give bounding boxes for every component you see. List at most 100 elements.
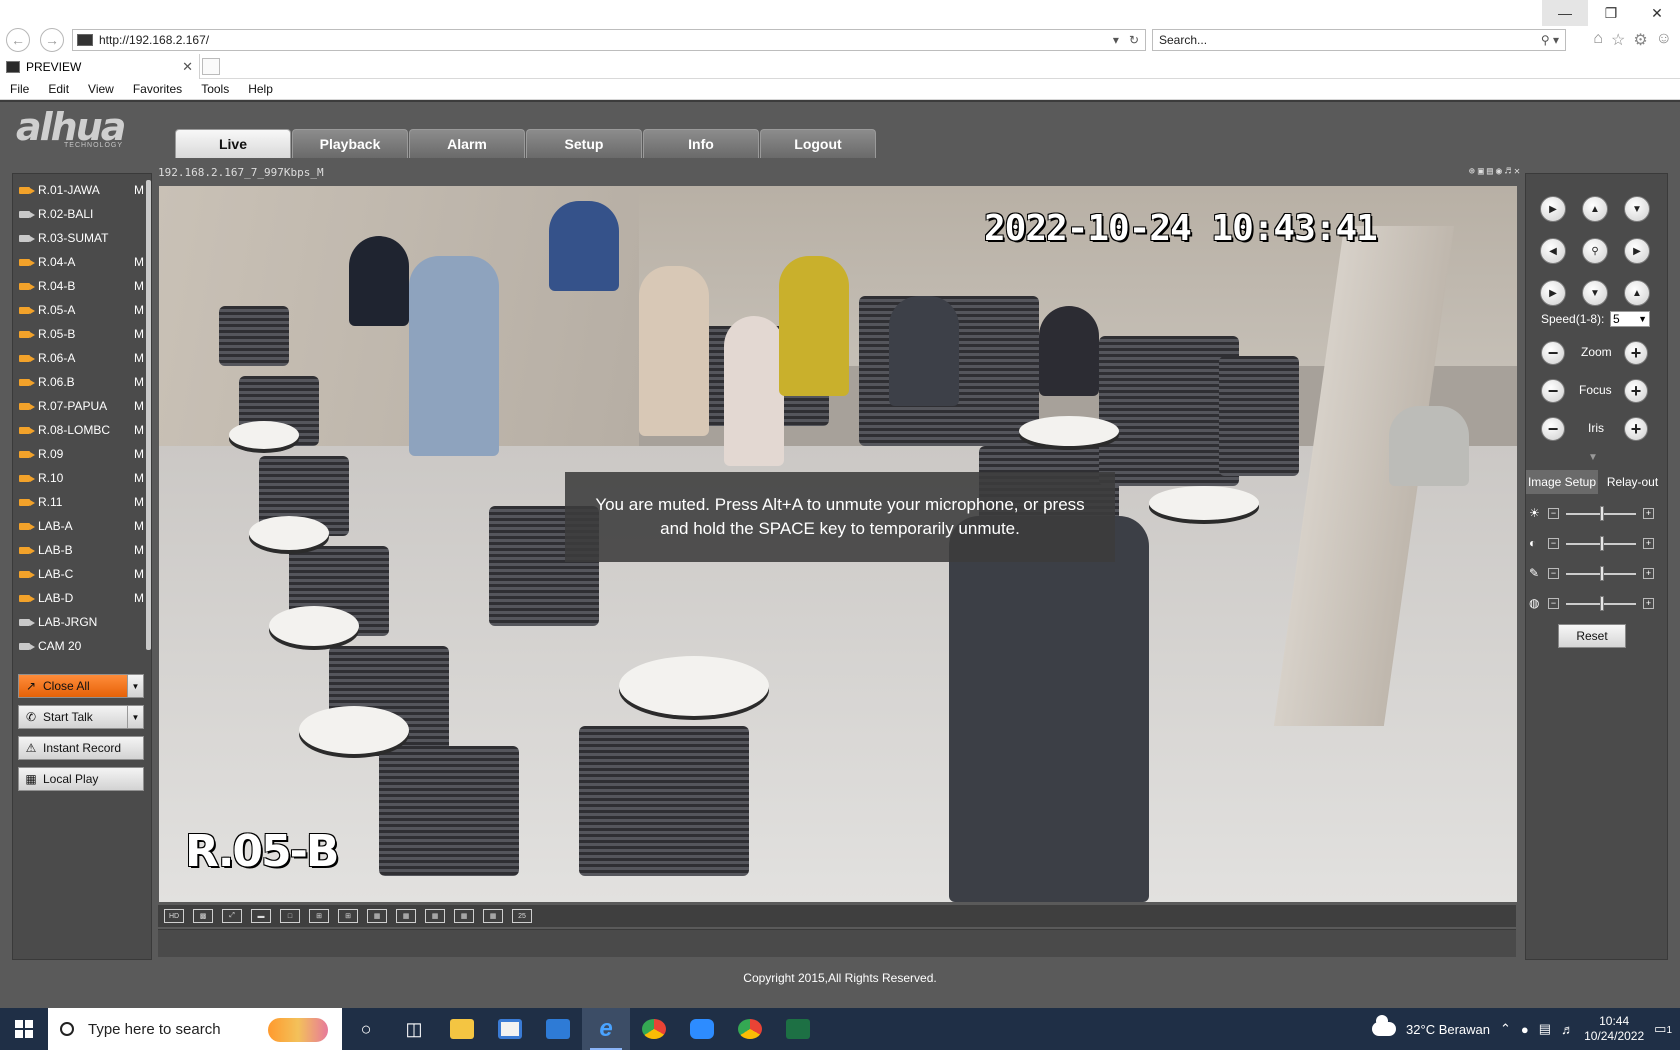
contrast-minus-icon[interactable]: −	[1548, 538, 1559, 549]
file-explorer-icon[interactable]	[438, 1008, 486, 1050]
menu-edit[interactable]: Edit	[48, 82, 69, 96]
internet-explorer-icon[interactable]: e	[582, 1008, 630, 1050]
menu-favorites[interactable]: Favorites	[133, 82, 182, 96]
main-stream-flag[interactable]: M	[134, 471, 144, 485]
channel-item[interactable]: R.01-JAWA M	[19, 178, 144, 202]
menu-view[interactable]: View	[88, 82, 114, 96]
live-video-feed[interactable]: 2022-10-24 10:43:41 R.05-B You are muted…	[159, 186, 1517, 902]
close-window-icon[interactable]: ✕	[1634, 0, 1680, 26]
channel-item[interactable]: R.10 M	[19, 466, 144, 490]
close-tab-icon[interactable]: ✕	[182, 59, 199, 75]
main-stream-flag[interactable]: M	[134, 327, 144, 341]
tab-setup[interactable]: Setup	[526, 129, 642, 158]
layout-ratio-icon[interactable]: ▩	[193, 909, 213, 923]
main-stream-flag[interactable]: M	[134, 351, 144, 365]
tab-image-setup[interactable]: Image Setup	[1526, 470, 1598, 494]
zoom-in-icon[interactable]: ⊕	[1469, 166, 1475, 177]
clock[interactable]: 10:44 10/24/2022	[1584, 1014, 1644, 1044]
channel-item[interactable]: R.08-LOMBC M	[19, 418, 144, 442]
local-play-button[interactable]: ▦ Local Play	[18, 767, 144, 791]
main-stream-flag[interactable]: M	[134, 447, 144, 461]
ptz-down-right-icon[interactable]: ▲	[1624, 280, 1650, 306]
channel-item[interactable]: LAB-JRGN	[19, 610, 144, 634]
menu-help[interactable]: Help	[248, 82, 273, 96]
ptz-up-left-icon[interactable]: ▶	[1540, 196, 1566, 222]
ptz-center-zoom-icon[interactable]: ⚲	[1582, 238, 1608, 264]
channel-item[interactable]: R.06.B M	[19, 370, 144, 394]
snapshot-icon[interactable]: ▣	[1478, 166, 1484, 177]
browser-tab-preview[interactable]: PREVIEW ✕	[0, 54, 200, 79]
smiley-feedback-icon[interactable]: ☺	[1656, 30, 1672, 50]
hue-plus-icon[interactable]: +	[1643, 598, 1654, 609]
instant-record-button[interactable]: ⚠ Instant Record	[18, 736, 144, 760]
brightness-plus-icon[interactable]: +	[1643, 508, 1654, 519]
cortana-icon[interactable]: ○	[342, 1008, 390, 1050]
layout-16-icon[interactable]: ▦	[454, 909, 474, 923]
start-talk-button[interactable]: ✆ Start Talk ▼	[18, 705, 144, 729]
channel-item[interactable]: LAB-B M	[19, 538, 144, 562]
store-icon[interactable]	[486, 1008, 534, 1050]
zoom-app-icon[interactable]	[678, 1008, 726, 1050]
settings-gear-icon[interactable]: ⚙	[1633, 30, 1647, 50]
favorites-star-icon[interactable]: ☆	[1611, 30, 1625, 50]
mail-icon[interactable]	[534, 1008, 582, 1050]
tab-logout[interactable]: Logout	[760, 129, 876, 158]
layout-6-icon[interactable]: ⊞	[338, 909, 358, 923]
browser-search-input[interactable]: Search... ⚲ ▾	[1152, 29, 1566, 51]
contrast-plus-icon[interactable]: +	[1643, 538, 1654, 549]
minimize-icon[interactable]: —	[1542, 0, 1588, 26]
main-stream-flag[interactable]: M	[134, 279, 144, 293]
channel-item[interactable]: R.04-A M	[19, 250, 144, 274]
saturation-minus-icon[interactable]: −	[1548, 568, 1559, 579]
iris-minus-button[interactable]: −	[1541, 417, 1565, 441]
main-stream-flag[interactable]: M	[134, 543, 144, 557]
start-button[interactable]	[0, 1008, 48, 1050]
channel-item[interactable]: LAB-A M	[19, 514, 144, 538]
volume-icon[interactable]: ♬	[1561, 1022, 1574, 1037]
saturation-plus-icon[interactable]: +	[1643, 568, 1654, 579]
tab-relay-out[interactable]: Relay-out	[1598, 470, 1667, 494]
channel-item[interactable]: CAM 20	[19, 634, 144, 655]
brightness-minus-icon[interactable]: −	[1548, 508, 1559, 519]
layout-hd-icon[interactable]: HD	[164, 909, 184, 923]
close-video-icon[interactable]: ✕	[1514, 166, 1520, 177]
layout-20-icon[interactable]: ▦	[483, 909, 503, 923]
layout-25-icon[interactable]: 25	[512, 909, 532, 923]
reset-button[interactable]: Reset	[1558, 624, 1626, 648]
contrast-slider[interactable]: ◐ − +	[1526, 534, 1667, 552]
layout-9-icon[interactable]: ▦	[396, 909, 416, 923]
main-stream-flag[interactable]: M	[134, 423, 144, 437]
close-all-button[interactable]: ↗ Close All ▼	[18, 674, 144, 698]
weather-text[interactable]: 32°C Berawan	[1406, 1022, 1490, 1037]
chrome-icon[interactable]	[630, 1008, 678, 1050]
ptz-up-right-icon[interactable]: ▼	[1624, 196, 1650, 222]
main-stream-flag[interactable]: M	[134, 183, 144, 197]
dropdown-icon[interactable]: ▾	[1113, 33, 1119, 47]
hue-minus-icon[interactable]: −	[1548, 598, 1559, 609]
address-bar[interactable]: http://192.168.2.167/ ▾ ↻	[72, 29, 1146, 51]
main-stream-flag[interactable]: M	[134, 255, 144, 269]
audio-icon[interactable]: ♬	[1505, 166, 1511, 177]
restore-icon[interactable]: ❐	[1588, 0, 1634, 26]
layout-4-icon[interactable]: ⊞	[309, 909, 329, 923]
tray-chevron-icon[interactable]: ⌃	[1500, 1021, 1511, 1037]
ptz-down-icon[interactable]: ▼	[1582, 280, 1608, 306]
layout-fullscreen-icon[interactable]: ⤢	[222, 909, 242, 923]
ptz-down-left-icon[interactable]: ▶	[1540, 280, 1566, 306]
notifications-icon[interactable]: ▭1	[1654, 1021, 1672, 1037]
tab-alarm[interactable]: Alarm	[409, 129, 525, 158]
network-icon[interactable]: ▤	[1539, 1021, 1551, 1037]
channel-item[interactable]: R.03-SUMAT	[19, 226, 144, 250]
main-stream-flag[interactable]: M	[134, 375, 144, 389]
ptz-right-icon[interactable]: ▶	[1624, 238, 1650, 264]
saturation-slider[interactable]: ✎ − +	[1526, 564, 1667, 582]
zoom-in-button[interactable]: +	[1624, 341, 1648, 365]
microphone-icon[interactable]: ●	[1521, 1022, 1529, 1037]
back-icon[interactable]: ←	[6, 28, 30, 52]
focus-plus-button[interactable]: +	[1624, 379, 1648, 403]
channel-item[interactable]: R.06-A M	[19, 346, 144, 370]
home-icon[interactable]: ⌂	[1593, 30, 1603, 50]
speed-select[interactable]: 5 ▼	[1610, 311, 1650, 327]
search-icon[interactable]: ⚲ ▾	[1541, 33, 1565, 47]
channel-item[interactable]: R.02-BALI	[19, 202, 144, 226]
